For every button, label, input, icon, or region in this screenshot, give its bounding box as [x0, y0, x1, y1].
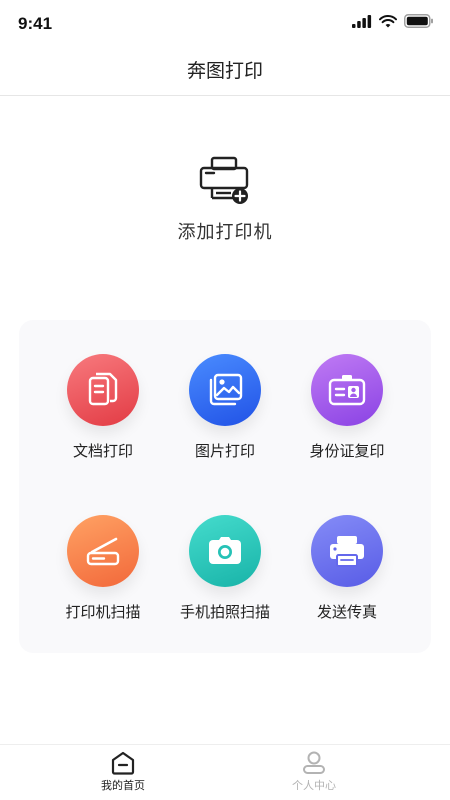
status-bar: 9:41 [0, 0, 450, 48]
scanner-icon [67, 515, 139, 587]
person-icon [303, 751, 325, 774]
feature-label: 图片打印 [194, 442, 255, 460]
document-icon [67, 354, 139, 426]
status-icons [352, 14, 434, 28]
feature-document-print[interactable]: 文档打印 [43, 354, 163, 461]
image-icon [189, 354, 261, 426]
bottom-tab-bar: 我的首页 个人中心 [0, 744, 450, 800]
home-icon [111, 751, 135, 775]
tab-profile[interactable]: 个人中心 [254, 751, 374, 793]
status-time: 9:41 [18, 14, 53, 33]
feature-label: 文档打印 [72, 442, 133, 460]
page-title: 奔图打印 [186, 60, 263, 82]
feature-label: 打印机扫描 [65, 603, 141, 621]
camera-icon [189, 515, 261, 587]
feature-send-fax[interactable]: 发送传真 [287, 515, 407, 622]
tab-profile-label: 个人中心 [292, 779, 336, 792]
feature-id-card-copy[interactable]: 身份证复印 [287, 354, 407, 461]
tab-home[interactable]: 我的首页 [63, 751, 183, 793]
battery-icon [404, 14, 433, 28]
feature-image-print[interactable]: 图片打印 [165, 354, 285, 461]
feature-label: 身份证复印 [309, 442, 385, 460]
printer-add-icon [199, 156, 249, 204]
feature-printer-scan[interactable]: 打印机扫描 [43, 515, 163, 622]
add-printer-label: 添加打印机 [177, 222, 273, 243]
signal-icon [352, 14, 372, 28]
fax-icon [311, 515, 383, 587]
feature-label: 手机拍照扫描 [179, 603, 270, 621]
tab-home-label: 我的首页 [101, 779, 145, 792]
id-card-icon [311, 354, 383, 426]
features-card: 文档打印 图片打印 身份证复印 打印机扫描 手机拍照扫描 发送传真 [19, 320, 431, 653]
nav-bar: 奔图打印 [0, 48, 450, 96]
add-printer-button[interactable]: 添加打印机 [0, 150, 450, 250]
feature-label: 发送传真 [316, 603, 377, 621]
wifi-icon [379, 14, 397, 27]
feature-phone-photo-scan[interactable]: 手机拍照扫描 [165, 515, 285, 622]
